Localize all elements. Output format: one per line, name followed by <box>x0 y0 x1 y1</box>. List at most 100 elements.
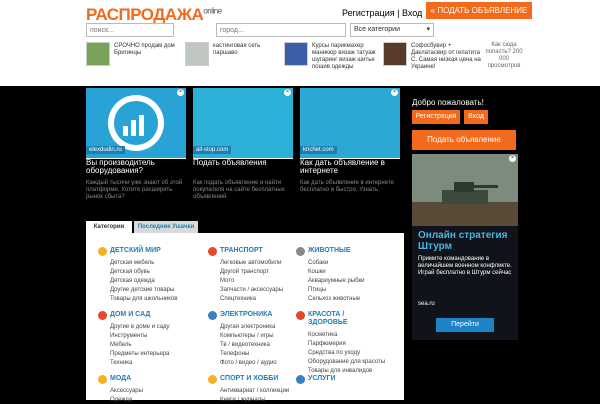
city-input[interactable] <box>216 23 346 37</box>
promo-url: all-stop.com <box>193 146 232 154</box>
category-link[interactable]: Антиквариат / коллекции <box>220 387 289 395</box>
close-icon[interactable]: × <box>391 89 398 96</box>
promo-url: elexdudin.ru <box>86 146 125 154</box>
category-link[interactable]: Детская одежда <box>110 277 155 285</box>
promo-title[interactable]: Как дать объявление в интернете <box>300 159 400 179</box>
category-link[interactable]: Другая электроника <box>220 323 275 331</box>
category-title[interactable]: ЭЛЕКТРОНИКА <box>220 311 272 319</box>
category-link[interactable]: Детская мебель <box>110 259 154 267</box>
category-link[interactable]: Собаки <box>308 259 328 267</box>
category-panel: ДЕТСКИЙ МИР Детская мебель Детская обувь Де… <box>86 233 404 403</box>
search-input[interactable] <box>86 23 174 37</box>
category-link[interactable]: Кошки <box>308 268 326 276</box>
promo-desc: Как дать объявление в интернете бесплатн… <box>300 180 394 193</box>
category-title[interactable]: СПОРТ И ХОББИ <box>220 375 278 383</box>
login-button[interactable]: Вход <box>464 110 488 124</box>
category-link[interactable]: Компьютеры / игры <box>220 332 274 340</box>
category-icon <box>296 375 305 384</box>
category-title[interactable]: МОДА <box>110 375 131 383</box>
promo-desc-3: Как дать объявление в интернете бесплатн… <box>300 180 400 212</box>
category-link[interactable]: Сельхоз животные <box>308 295 360 303</box>
category-title[interactable]: ДОМ И САД <box>110 311 150 319</box>
category-link[interactable]: Птицы <box>308 286 326 294</box>
ad-thumbnail <box>86 42 110 66</box>
category-link[interactable]: Другой транспорт <box>220 268 269 276</box>
ad-text: кастинговая сеть паршаво <box>213 43 261 56</box>
auth-links[interactable]: Регистрация | Вход <box>342 8 422 18</box>
category-title[interactable]: ДЕТСКИЙ МИР <box>110 247 161 255</box>
category-link[interactable]: Оборудование для красоты <box>308 358 385 366</box>
ad-thumbnail <box>284 42 308 66</box>
category-icon <box>296 247 305 256</box>
category-link[interactable]: Парфюмерия <box>308 340 346 348</box>
ad-desc: Примите командование в величайшем военно… <box>418 256 512 276</box>
ad-text: СРОЧНО продам дом Бригинцы <box>114 43 175 56</box>
category-link[interactable]: Легковые автомобили <box>220 259 282 267</box>
category-link[interactable]: Аквариумные рыбки <box>308 277 365 285</box>
ad-text: Курсы парикмахер маникюр визаж татуаж шу… <box>312 43 376 70</box>
right-ad[interactable]: × Онлайн стратегия Штурм Примите командо… <box>412 154 518 340</box>
category-icon <box>98 311 107 320</box>
category-title[interactable]: ТРАНСПОРТ <box>220 247 263 255</box>
search-button[interactable] <box>436 23 532 37</box>
category-link[interactable]: Инструменты <box>110 332 147 340</box>
category-link[interactable]: Товары для инвалидов <box>308 367 372 375</box>
close-icon[interactable]: × <box>509 155 516 162</box>
category-icon <box>208 311 217 320</box>
promo-desc-1: Каждый тысячи уже знают об этой платформ… <box>86 180 186 212</box>
ad-thumbnail <box>185 42 209 66</box>
welcome-text: Добро пожаловать! <box>412 98 484 107</box>
promo-card-3[interactable]: × krichet.com Как дать объявление в инте… <box>300 88 400 179</box>
category-select[interactable]: Все категории ▾ <box>350 23 434 37</box>
category-icon <box>98 375 107 384</box>
chevron-down-icon: ▾ <box>426 26 430 33</box>
category-link[interactable]: Товары для школьников <box>110 295 177 303</box>
category-link[interactable]: Техника <box>110 359 132 367</box>
close-icon[interactable]: × <box>284 89 291 96</box>
category-link[interactable]: Мебель <box>110 341 131 349</box>
register-button[interactable]: Регистрация <box>412 110 460 124</box>
category-link[interactable]: Одежда <box>110 396 132 404</box>
promo-card-1[interactable]: × elexdudin.ru Вы производитель оборудов… <box>86 88 186 179</box>
category-title[interactable]: КРАСОТА / ЗДОРОВЬЕ <box>308 311 378 327</box>
category-icon <box>208 375 217 384</box>
category-link[interactable]: Аксессуары <box>110 387 143 395</box>
category-link[interactable]: Другие в доме и саду <box>110 323 170 331</box>
promo-desc: Каждый тысячи уже знают об этой платформ… <box>86 180 183 200</box>
category-link[interactable]: Тв / видеотехника <box>220 341 270 349</box>
promo-url: krichet.com <box>300 146 337 154</box>
promo-title[interactable]: Подать объявления <box>193 159 293 179</box>
category-link[interactable]: Косметика <box>308 331 337 339</box>
tank-icon <box>412 154 518 226</box>
site-logo[interactable]: РАСПРОДАЖАonline <box>86 5 222 25</box>
category-link[interactable]: Детская обувь <box>110 268 150 276</box>
category-link[interactable]: Книги / журналы <box>220 396 266 404</box>
ad-source: sea.ru <box>418 301 435 307</box>
category-icon <box>208 247 217 256</box>
ad-image <box>412 154 518 226</box>
ad-thumbnail <box>383 42 407 66</box>
tab-latest[interactable]: Последние Ушачки <box>134 221 198 233</box>
category-link[interactable]: Фото / видео / аудио <box>220 359 277 367</box>
post-ad-button[interactable]: « ПОДАТЬ ОБЪЯВЛЕНИЕ <box>426 2 532 19</box>
category-title[interactable]: ЖИВОТНЫЕ <box>308 247 351 255</box>
category-title[interactable]: УСЛУГИ <box>308 375 336 383</box>
post-ad-big-button[interactable]: Подать объявление <box>412 130 516 150</box>
category-link[interactable]: Мото <box>220 277 234 285</box>
ad-title: Онлайн стратегия Штурм <box>418 230 508 252</box>
category-link[interactable]: Спецтехника <box>220 295 256 303</box>
category-link[interactable]: Другие детские товары <box>110 286 174 294</box>
promo-card-2[interactable]: × all-stop.com Подать объявления <box>193 88 293 179</box>
promo-desc-2: Как подать объявление и найти покупателя… <box>193 180 293 212</box>
close-icon[interactable]: × <box>177 89 184 96</box>
go-button[interactable]: Перейти <box>436 318 494 332</box>
category-link[interactable]: Телефоны <box>220 350 249 358</box>
ad-text: Софосбувир + Даклатасвир от гепатита С. … <box>411 43 481 70</box>
category-link[interactable]: Запчасти / аксессуары <box>220 286 283 294</box>
category-icon <box>98 247 107 256</box>
tab-categories[interactable]: Категории <box>86 221 132 233</box>
stats-note[interactable]: Как сюда попасть? 200 000 просмотров <box>484 42 524 70</box>
category-link[interactable]: Средства по уходу <box>308 349 360 357</box>
promo-title[interactable]: Вы производитель оборудования? <box>86 159 186 179</box>
category-link[interactable]: Предметы интерьера <box>110 350 170 358</box>
